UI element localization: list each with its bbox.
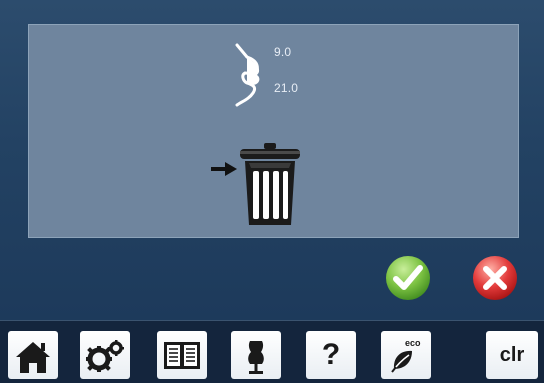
gears-icon xyxy=(86,340,124,372)
arrow-right-icon xyxy=(211,162,237,176)
cancel-button[interactable] xyxy=(472,255,518,301)
question-icon: ? xyxy=(321,338,341,371)
clr-label: clr xyxy=(499,343,525,366)
stitch-length-value: 21.0 xyxy=(274,81,299,95)
leaf-icon xyxy=(391,350,412,373)
open-book-icon xyxy=(164,342,200,369)
home-icon xyxy=(16,342,50,373)
confirm-button[interactable] xyxy=(385,255,431,301)
guide-book-button[interactable] xyxy=(157,331,207,379)
bottom-toolbar: ? eco clr xyxy=(0,320,544,383)
trash-bin-icon[interactable] xyxy=(236,141,304,227)
help-button[interactable]: ? xyxy=(306,331,356,379)
stitch-width-value: 9.0 xyxy=(274,45,292,59)
settings-button[interactable] xyxy=(80,331,130,379)
home-button[interactable] xyxy=(8,331,58,379)
clear-button[interactable]: clr xyxy=(486,331,538,379)
dress-form-icon xyxy=(248,341,264,374)
stitch-delete-panel: 9.0 21.0 xyxy=(28,24,519,238)
main-screen: 9.0 21.0 xyxy=(0,0,544,320)
eco-button[interactable]: eco xyxy=(381,331,431,379)
stitch-pattern-icon xyxy=(235,43,260,107)
tutorial-button[interactable] xyxy=(231,331,281,379)
